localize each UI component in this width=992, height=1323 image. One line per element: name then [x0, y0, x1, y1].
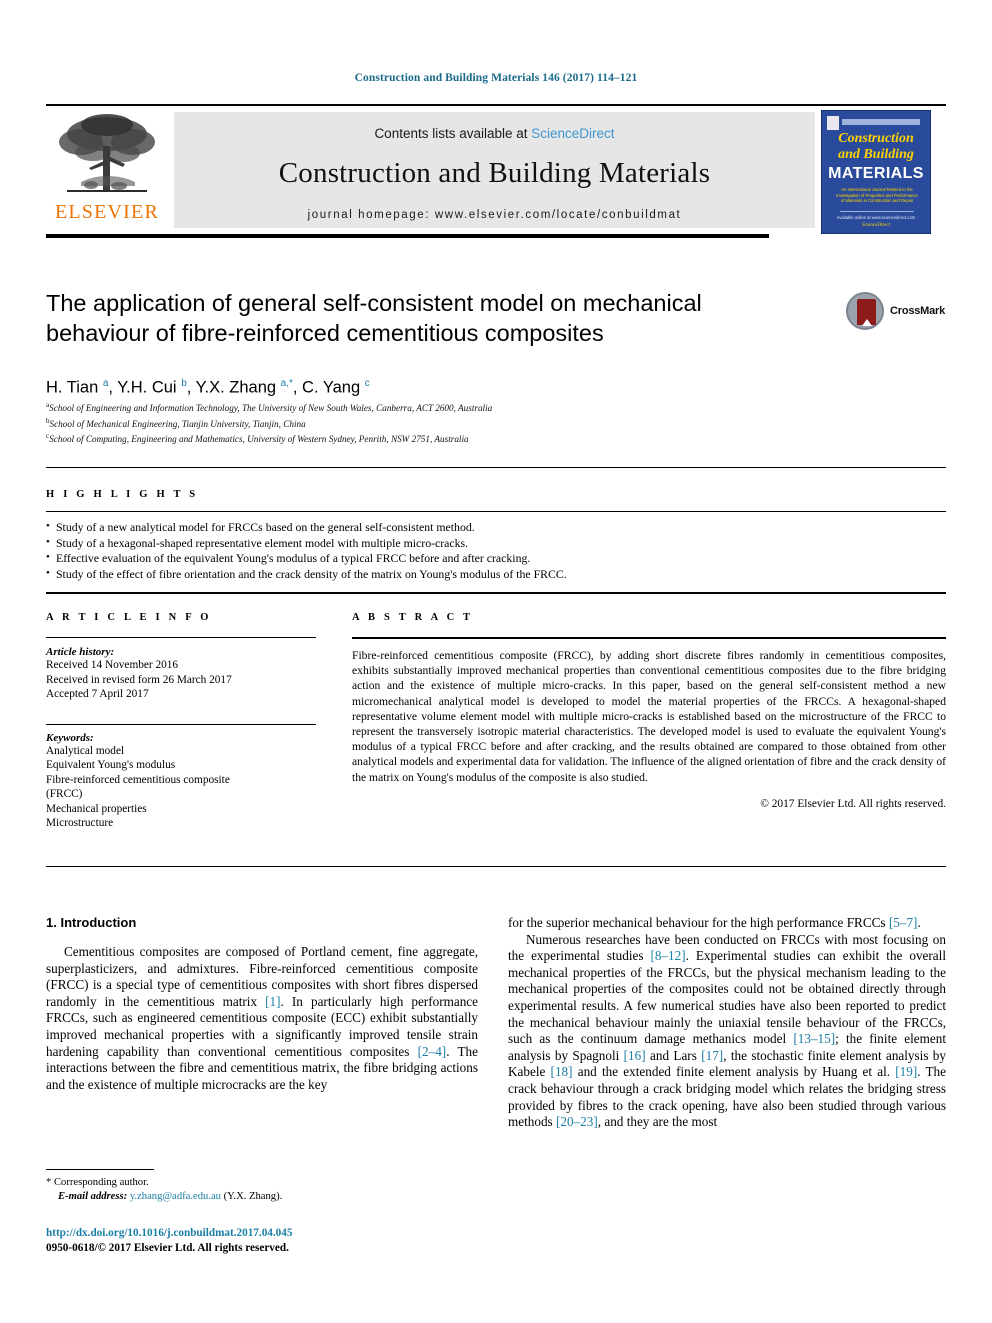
article-info-divider: [46, 723, 316, 725]
highlights-ul: Study of a new analytical model for FRCC…: [46, 519, 926, 583]
affiliation-item: bSchool of Mechanical Engineering, Tianj…: [46, 416, 306, 429]
abstract-copyright: © 2017 Elsevier Ltd. All rights reserved…: [760, 797, 946, 810]
body-separator-rule: [46, 866, 946, 867]
citation-ref[interactable]: [19]: [895, 1064, 917, 1079]
citation-ref[interactable]: [2–4]: [418, 1044, 447, 1059]
body-paragraph: Cementitious composites are composed of …: [46, 944, 478, 1092]
doi-link[interactable]: http://dx.doi.org/10.1016/j.conbuildmat.…: [46, 1227, 292, 1239]
body-column-right: for the superior mechanical behaviour fo…: [508, 915, 946, 1131]
cover-title-line1: Construction and Building: [822, 131, 930, 163]
author-list: H. Tian a, Y.H. Cui b, Y.X. Zhang a,*, C…: [46, 378, 370, 397]
sciencedirect-link[interactable]: ScienceDirect: [531, 126, 614, 141]
doi-block: http://dx.doi.org/10.1016/j.conbuildmat.…: [46, 1226, 476, 1255]
highlight-item: Study of a new analytical model for FRCC…: [46, 519, 926, 536]
article-history-lines: Received 14 November 2016 Received in rev…: [46, 658, 316, 702]
cover-line1: Construction: [838, 131, 914, 146]
highlight-item: Study of a hexagonal-shaped representati…: [46, 535, 926, 552]
section-title-introduction: 1. Introduction: [46, 915, 137, 930]
cover-line2: and Building: [838, 147, 914, 162]
cover-line3: MATERIALS: [828, 165, 924, 182]
crossmark-badge[interactable]: CrossMark: [846, 292, 946, 336]
article-history-item: Received 14 November 2016: [46, 659, 179, 671]
page-title: The application of general self-consiste…: [46, 290, 702, 346]
affiliation-item: aSchool of Engineering and Information T…: [46, 401, 493, 414]
keyword-item: Microstructure: [46, 817, 114, 829]
keyword-item: Analytical model: [46, 744, 125, 757]
corresponding-author-line: * Corresponding author.: [46, 1176, 476, 1190]
cover-elsevier-icon: [827, 116, 839, 130]
journal-cover-thumbnail[interactable]: Construction and Building MATERIALS An I…: [821, 110, 931, 234]
citation-ref[interactable]: [16]: [624, 1048, 646, 1063]
running-head: Construction and Building Materials 146 …: [354, 72, 638, 84]
highlight-item: Effective evaluation of the equivalent Y…: [46, 550, 926, 567]
citation-ref[interactable]: [1]: [265, 994, 280, 1009]
cover-rule: [840, 211, 914, 212]
citation-ref[interactable]: [20–23]: [556, 1114, 598, 1129]
issn-copyright-line: 0950-0618/© 2017 Elsevier Ltd. All right…: [46, 1241, 289, 1254]
email-owner: (Y.X. Zhang).: [223, 1191, 283, 1202]
citation-ref[interactable]: [18]: [551, 1064, 573, 1079]
highlights-list: Study of a new analytical model for FRCC…: [46, 519, 926, 583]
citation-ref[interactable]: [13–15]: [793, 1031, 835, 1046]
article-history-item: Accepted 7 April 2017: [46, 688, 149, 700]
highlight-item: Study of the effect of fibre orientation…: [46, 566, 926, 583]
abstract-text: Fibre-reinforced cementitious composite …: [352, 649, 946, 784]
keywords-label: Keywords:: [46, 731, 94, 744]
corresponding-marker: *: [46, 1177, 52, 1188]
body-column-left: 1. Introduction Cementitious composites …: [46, 915, 478, 1093]
article-page: Construction and Building Materials 146 …: [0, 0, 992, 1323]
keyword-item: Fibre-reinforced cementitious composite: [46, 773, 230, 786]
article-history-item: Received in revised form 26 March 2017: [46, 673, 232, 686]
highlights-top-rule: [46, 467, 946, 468]
abstract-heading: A B S T R A C T: [352, 612, 474, 623]
right-paragraphs: for the superior mechanical behaviour fo…: [508, 915, 946, 1131]
journal-name: Construction and Building Materials: [278, 157, 711, 189]
article-history-label: Article history:: [46, 646, 115, 658]
cover-footer-line: Available online at www.sciencedirect.co…: [836, 215, 916, 220]
keyword-item: Mechanical properties: [46, 802, 147, 815]
corresponding-label: Corresponding author.: [53, 1177, 149, 1188]
article-info-rule: [46, 637, 316, 638]
citation-ref[interactable]: [17]: [701, 1048, 723, 1063]
email-link[interactable]: y.zhang@adfa.edu.au: [130, 1191, 221, 1202]
cover-sciencedirect-label: ScienceDirect: [862, 223, 890, 228]
article-info-column: A R T I C L E I N F O Article history: R…: [46, 612, 316, 831]
highlights-heading: H I G H L I G H T S: [46, 489, 199, 500]
cover-blurb: An International Journal Related to the …: [836, 187, 918, 203]
affiliation-item: cSchool of Computing, Engineering and Ma…: [46, 432, 469, 445]
contents-available-line: Contents lists available at ScienceDirec…: [174, 112, 815, 141]
citation-ref[interactable]: [8–12]: [650, 948, 685, 963]
keywords-lines: Analytical model Equivalent Young's modul…: [46, 744, 316, 831]
keyword-item: Equivalent Young's modulus: [46, 759, 176, 771]
elsevier-tree-icon: [59, 114, 155, 192]
body-paragraph: for the superior mechanical behaviour fo…: [508, 915, 921, 930]
footnote-block: * Corresponding author. E-mail address: …: [46, 1176, 476, 1204]
abstract-rule: [352, 637, 946, 639]
email-line: E-mail address: y.zhang@adfa.edu.au (Y.X…: [46, 1190, 476, 1204]
left-paragraphs: Cementitious composites are composed of …: [46, 944, 478, 1093]
crossmark-circle-icon: [846, 292, 884, 330]
article-info-heading: A R T I C L E I N F O: [46, 612, 212, 623]
abstract-column: A B S T R A C T Fibre-reinforced cementi…: [352, 612, 946, 810]
footnote-rule: [46, 1169, 154, 1170]
email-label: E-mail address:: [58, 1191, 128, 1202]
cover-top-bar: [842, 119, 920, 125]
keyword-item: (FRCC): [46, 788, 83, 800]
header-bottom-rule: [46, 234, 769, 238]
body-paragraph: Numerous researches have been conducted …: [508, 931, 946, 1130]
highlights-mid-rule: [46, 511, 946, 512]
affiliation-list: aSchool of Engineering and Information T…: [46, 399, 826, 446]
keywords-block: Keywords: Analytical model Equivalent You…: [46, 732, 316, 831]
journal-header-band: ELSEVIER Contents lists available at Sci…: [46, 110, 946, 234]
crossmark-book-icon: [857, 299, 876, 326]
contents-prefix: Contents lists available at: [374, 126, 532, 141]
crossmark-label: CrossMark: [890, 305, 946, 317]
highlights-bottom-rule: [46, 592, 946, 594]
elsevier-wordmark: ELSEVIER: [54, 201, 160, 223]
journal-homepage-link[interactable]: journal homepage: www.elsevier.com/locat…: [174, 209, 815, 221]
header-top-rule: [46, 104, 946, 106]
elsevier-logo[interactable]: ELSEVIER: [46, 112, 168, 228]
journal-title-block: Contents lists available at ScienceDirec…: [174, 112, 815, 228]
citation-ref[interactable]: [5–7]: [889, 915, 918, 930]
